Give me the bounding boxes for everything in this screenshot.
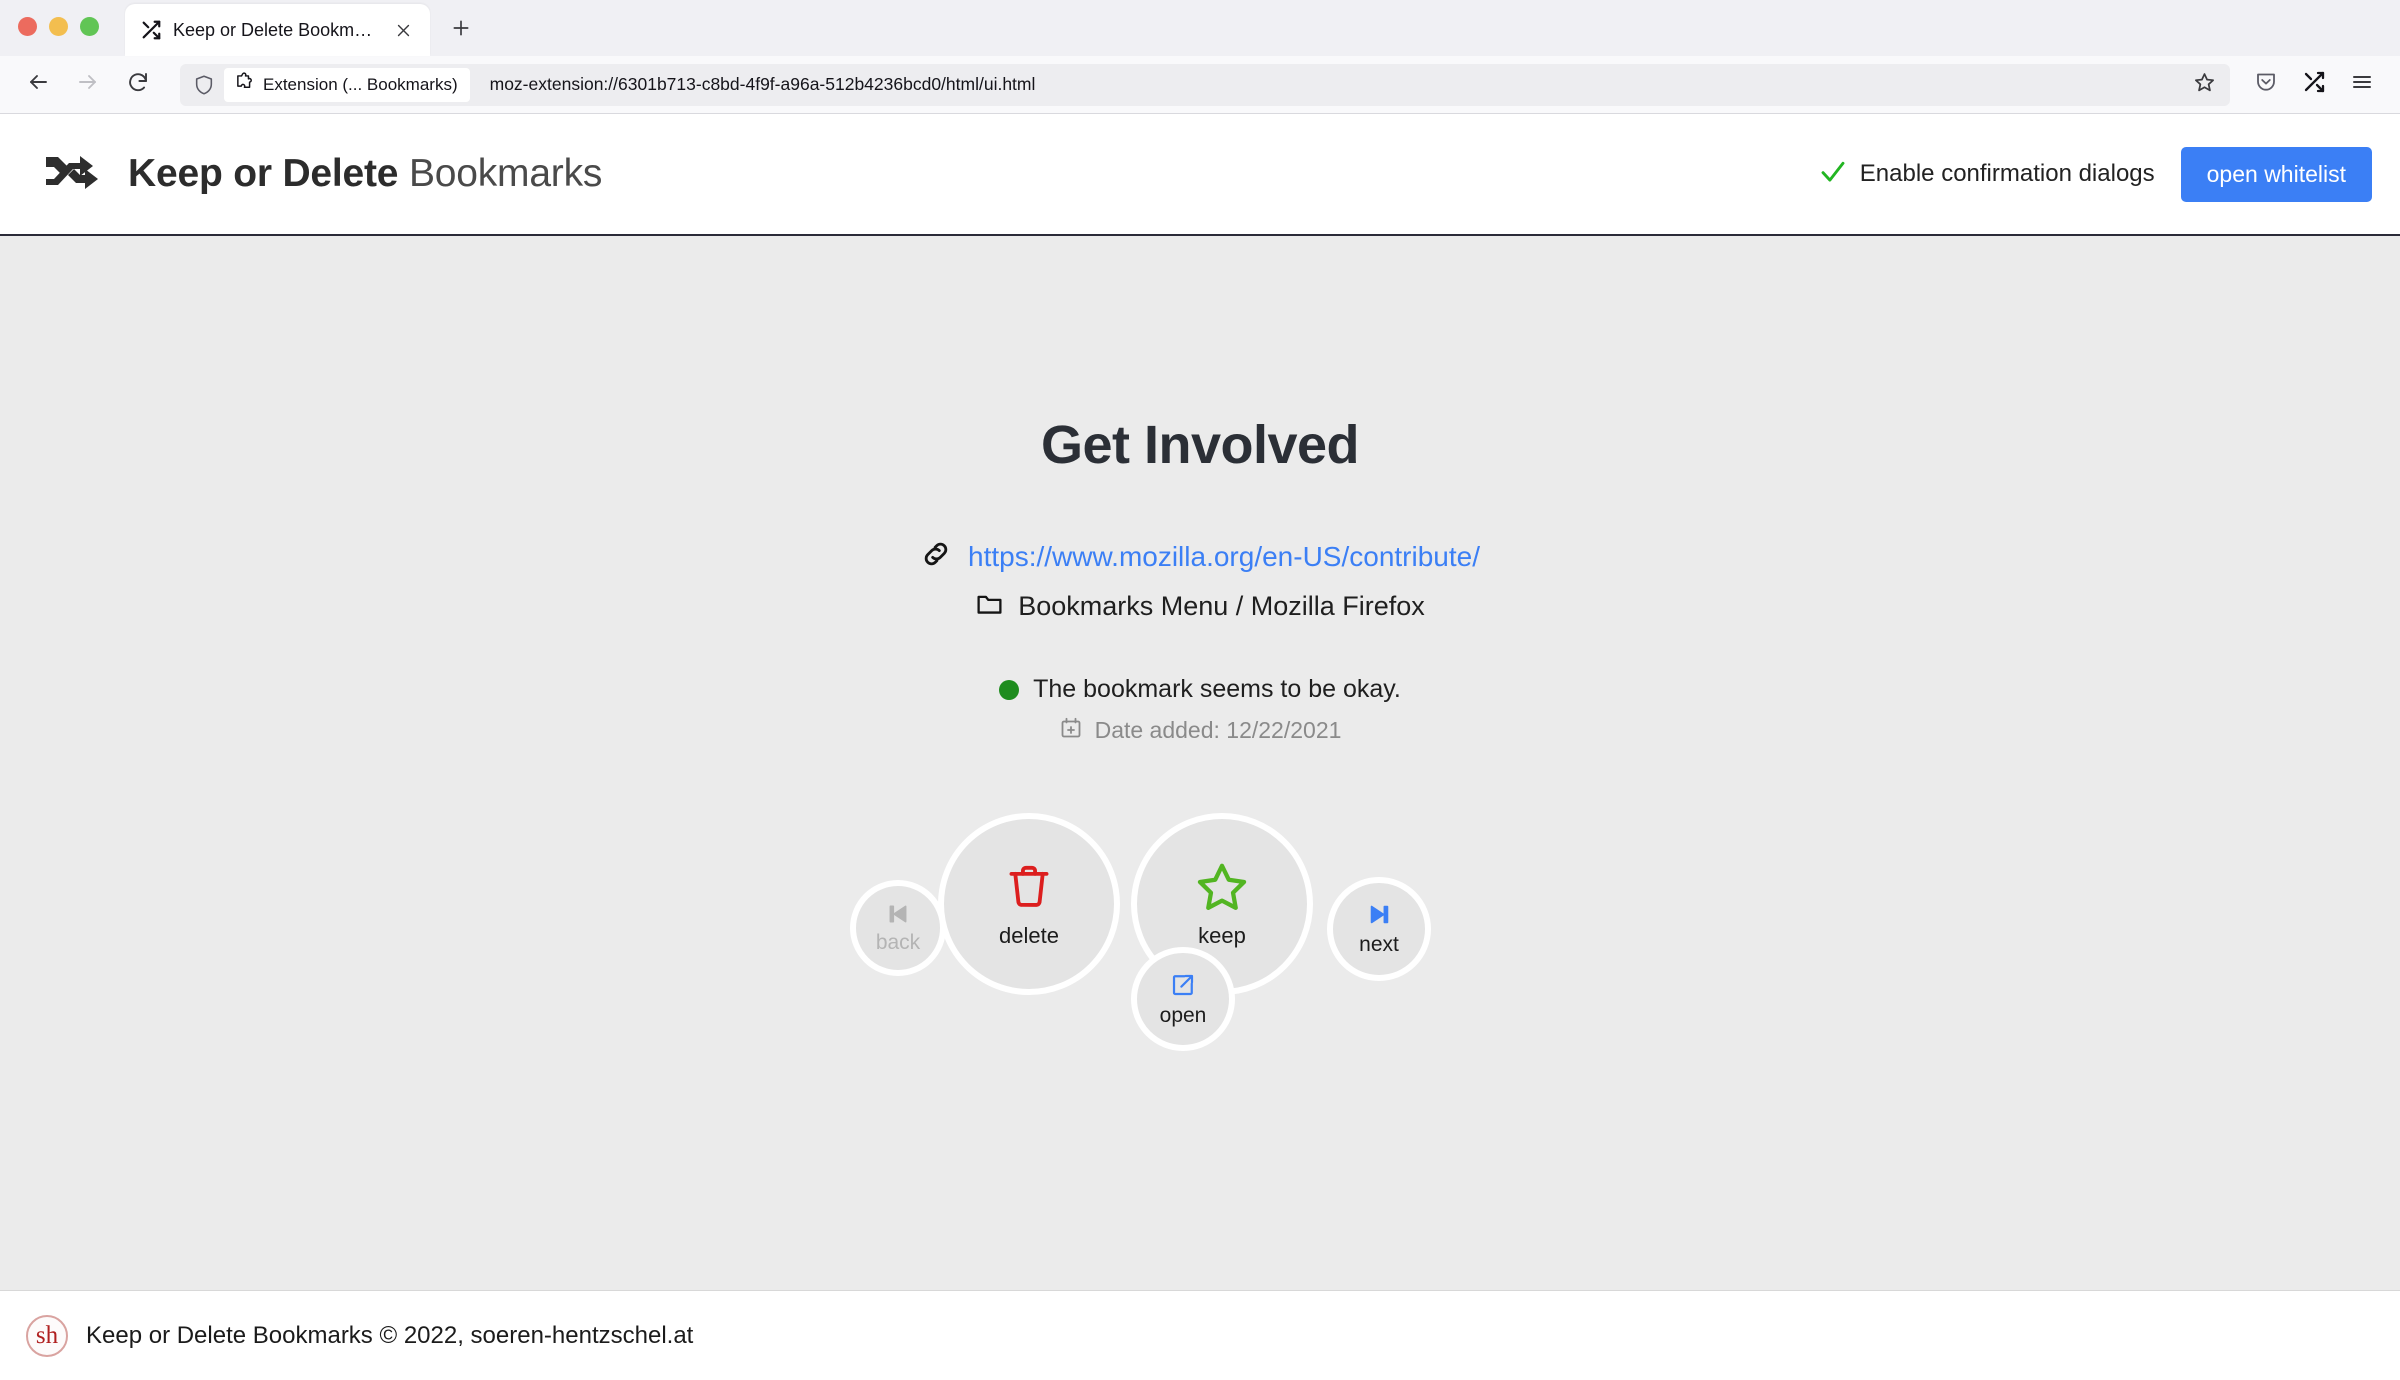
shuffle-icon [139,18,163,42]
brand-title-light: Bookmarks [408,152,603,195]
open-action-button[interactable]: open [1131,947,1235,1051]
app-menu-button[interactable] [2340,63,2384,107]
enable-confirmation-dialogs-toggle[interactable]: Enable confirmation dialogs [1818,157,2155,192]
brand-title-bold: Keep or Delete [128,152,399,195]
next-action-button[interactable]: next [1327,877,1431,981]
star-outline-icon [1195,859,1249,913]
soeren-hentzschel-logo: sh [26,1314,68,1357]
back-button[interactable] [16,63,60,107]
browser-window: Keep or Delete Bookmarks Extension (... … [0,0,2400,1380]
bookmark-folder-path: Bookmarks Menu / Mozilla Firefox [1018,590,1425,621]
trash-icon [1002,859,1056,913]
toolbar-right [2244,63,2384,107]
app-footer: sh Keep or Delete Bookmarks © 2022, soer… [0,1290,2400,1380]
bookmark-date-row: Date added: 12/22/2021 [1059,716,1342,745]
close-icon[interactable] [390,17,416,43]
page-title: Keep or Delete Bookmarks [128,152,602,196]
arrow-left-icon [26,70,50,99]
window-close-button[interactable] [18,16,37,36]
tab-strip: Keep or Delete Bookmarks [0,0,2400,56]
forward-button[interactable] [66,63,110,107]
puzzle-piece-icon [234,71,255,98]
main-area: Get Involved https://www.mozilla.org/en-… [0,236,2400,1290]
brand: Keep or Delete Bookmarks [44,151,602,198]
skip-back-icon [885,901,911,927]
open-whitelist-button[interactable]: open whitelist [2180,146,2372,202]
pocket-button[interactable] [2244,63,2288,107]
shuffle-arrows-icon [44,151,106,198]
bookmark-title: Get Involved [1040,415,1360,475]
tab-title: Keep or Delete Bookmarks [173,19,380,40]
bookmark-url-link[interactable]: https://www.mozilla.org/en-US/contribute… [968,541,1480,573]
delete-action-button[interactable]: delete [938,813,1120,995]
window-controls [18,0,99,56]
external-link-icon [1169,971,1197,999]
header-actions: Enable confirmation dialogs open whiteli… [1818,146,2372,202]
star-outline-icon [2193,71,2216,99]
shield-icon[interactable] [190,71,218,99]
app-header: Keep or Delete Bookmarks Enable confirma… [0,114,2400,236]
plus-icon [451,18,471,43]
bookmark-status-text: The bookmark seems to be okay. [1033,675,1401,703]
extension-button[interactable] [2292,63,2336,107]
page-content: Keep or Delete Bookmarks Enable confirma… [0,114,2400,1380]
identity-label: Extension (... Bookmarks) [263,74,458,94]
url-bar[interactable]: Extension (... Bookmarks) moz-extension:… [180,63,2230,106]
skip-forward-icon [1366,901,1393,928]
navigation-toolbar: Extension (... Bookmarks) moz-extension:… [0,56,2400,114]
bookmark-url-row: https://www.mozilla.org/en-US/contribute… [920,538,1480,575]
confirm-label: Enable confirmation dialogs [1859,160,2155,187]
pocket-icon [2254,70,2278,99]
new-tab-button[interactable] [440,9,482,51]
window-maximize-button[interactable] [80,16,99,36]
folder-icon [975,589,1004,623]
shuffle-icon [2302,70,2326,99]
next-action-label: next [1359,933,1399,956]
link-icon [920,538,952,575]
bookmark-star-button[interactable] [2184,67,2224,103]
bookmark-folder-row: Bookmarks Menu / Mozilla Firefox [975,589,1425,623]
window-minimize-button[interactable] [49,16,68,36]
calendar-plus-icon [1059,716,1083,745]
bookmark-date-added: Date added: 12/22/2021 [1094,717,1342,743]
arrow-right-icon [76,70,100,99]
hamburger-menu-icon [2350,70,2374,99]
back-action-label: back [875,931,921,954]
reload-icon [126,70,150,99]
open-action-label: open [1159,1003,1207,1027]
action-buttons: back delete keep next open [850,805,1550,1095]
reload-button[interactable] [116,63,160,107]
back-action-button[interactable]: back [850,880,946,976]
delete-action-label: delete [999,923,1059,948]
check-icon [1818,157,1848,192]
keep-action-label: keep [1198,923,1246,948]
footer-copyright: Keep or Delete Bookmarks © 2022, soeren-… [86,1321,694,1349]
browser-tab[interactable]: Keep or Delete Bookmarks [125,4,430,56]
url-text[interactable]: moz-extension://6301b713-c8bd-4f9f-a96a-… [476,74,2178,95]
identity-box[interactable]: Extension (... Bookmarks) [224,67,470,102]
bookmark-status-row: The bookmark seems to be okay. [999,675,1401,704]
status-dot-icon [999,679,1020,700]
